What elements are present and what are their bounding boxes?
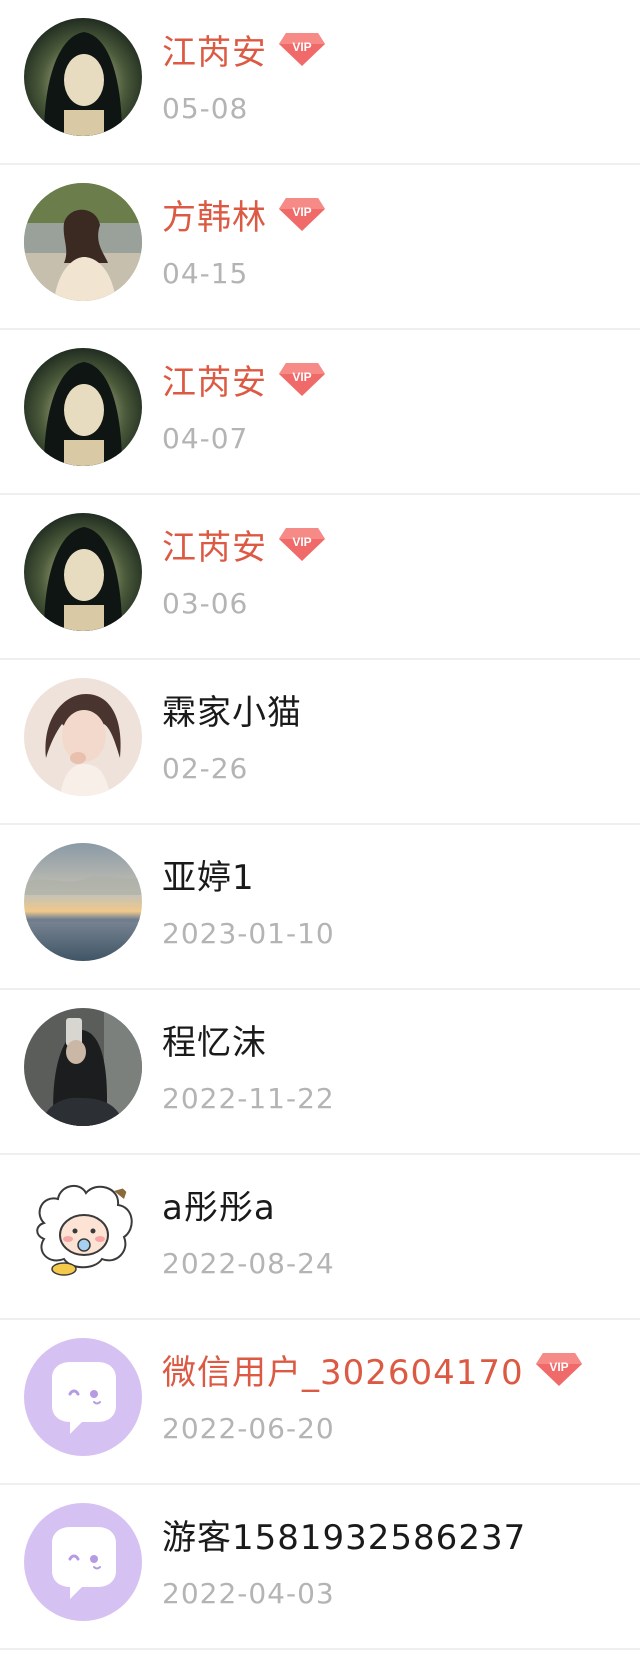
user-name: 程忆沫 [162, 1022, 267, 1063]
list-item[interactable]: 方韩林 VIP 04-15 [0, 165, 640, 330]
user-name: 游客1581932586237 [162, 1517, 527, 1558]
avatar[interactable] [24, 1338, 142, 1456]
user-date: 2022-04-03 [162, 1577, 335, 1610]
list-item[interactable]: a彤彤a 2022-08-24 [0, 1155, 640, 1320]
user-date: 03-06 [162, 587, 249, 620]
avatar[interactable] [24, 1008, 142, 1126]
user-date: 02-26 [162, 752, 249, 785]
user-date: 05-08 [162, 92, 249, 125]
user-name: 方韩林 [162, 197, 267, 238]
user-date: 2023-01-10 [162, 917, 335, 950]
user-name: 亚婷1 [162, 857, 255, 898]
list-item[interactable]: 霖家小猫 02-26 [0, 660, 640, 825]
svg-text:VIP: VIP [292, 40, 311, 54]
vip-badge-icon: VIP [277, 525, 327, 563]
list-item[interactable]: 游客1581932586237 2022-04-03 [0, 1485, 640, 1650]
user-name: a彤彤a [162, 1187, 276, 1228]
user-name: 江芮安 [162, 527, 267, 568]
user-name: 霖家小猫 [162, 692, 302, 733]
vip-badge-icon: VIP [534, 1350, 584, 1388]
vip-badge-icon: VIP [277, 195, 327, 233]
list-item[interactable]: 江芮安 VIP 03-06 [0, 495, 640, 660]
list-item[interactable]: 江芮安 VIP 05-08 [0, 0, 640, 165]
avatar[interactable] [24, 843, 142, 961]
user-name: 江芮安 [162, 32, 267, 73]
user-date: 2022-08-24 [162, 1247, 335, 1280]
vip-badge-icon: VIP [277, 360, 327, 398]
vip-badge-icon: VIP [277, 30, 327, 68]
user-name: 江芮安 [162, 362, 267, 403]
svg-text:VIP: VIP [292, 205, 311, 219]
user-date: 2022-06-20 [162, 1412, 335, 1445]
avatar[interactable] [24, 1503, 142, 1621]
list-item[interactable]: 亚婷1 2023-01-10 [0, 825, 640, 990]
avatar[interactable] [24, 183, 142, 301]
svg-text:VIP: VIP [292, 535, 311, 549]
list-item[interactable]: 江芮安 VIP 04-07 [0, 330, 640, 495]
svg-text:VIP: VIP [292, 370, 311, 384]
avatar[interactable] [24, 348, 142, 466]
avatar[interactable] [24, 1173, 142, 1291]
user-name: 微信用户_302604170 [162, 1352, 524, 1393]
wechat-default-icon [24, 1338, 142, 1456]
user-date: 04-07 [162, 422, 249, 455]
avatar[interactable] [24, 513, 142, 631]
user-list: 江芮安 VIP 05-08 方韩林 VIP 04-15 江芮安 VIP 04-0… [0, 0, 640, 1650]
list-item[interactable]: 程忆沫 2022-11-22 [0, 990, 640, 1155]
avatar[interactable] [24, 18, 142, 136]
wechat-default-icon [24, 1503, 142, 1621]
user-date: 2022-11-22 [162, 1082, 335, 1115]
list-item[interactable]: 微信用户_302604170 VIP 2022-06-20 [0, 1320, 640, 1485]
avatar[interactable] [24, 678, 142, 796]
user-date: 04-15 [162, 257, 249, 290]
svg-text:VIP: VIP [549, 1360, 568, 1374]
